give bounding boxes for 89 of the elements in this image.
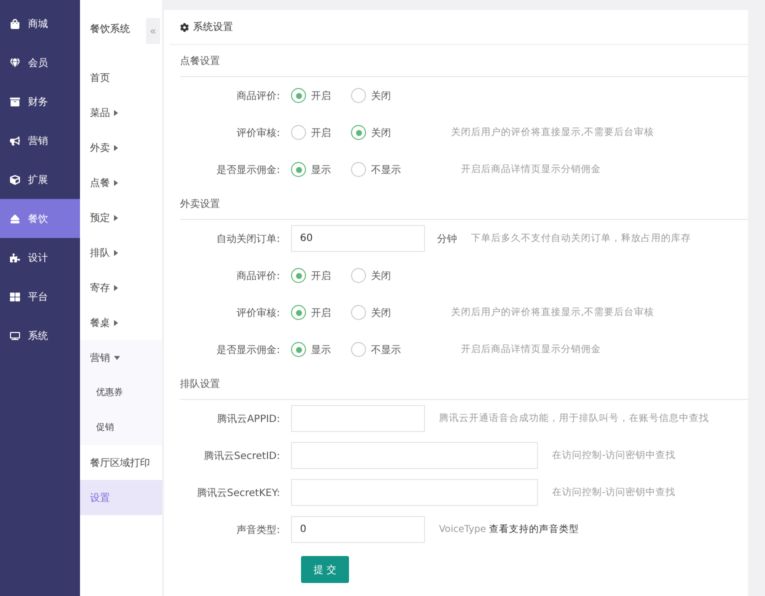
radio-button[interactable]: [351, 125, 366, 140]
submenu-item[interactable]: 优惠券: [80, 375, 162, 410]
menu-item[interactable]: 餐桌: [80, 305, 162, 340]
field-label: 商品评价:: [236, 270, 280, 282]
sidebar-item[interactable]: 财务: [0, 82, 80, 121]
radio-option[interactable]: 开启: [291, 268, 331, 283]
field-label: 商品评价:: [236, 90, 280, 102]
field-label: 腾讯云SecretID:: [203, 450, 280, 462]
menu-item[interactable]: 预定: [80, 200, 162, 235]
unit-label: 分钟: [437, 232, 457, 246]
field-label: 声音类型:: [236, 524, 280, 536]
help-link[interactable]: 查看支持的声音类型: [489, 523, 580, 536]
input-field[interactable]: 60: [291, 225, 425, 252]
hint-text: 腾讯云开通语音合成功能，用于排队叫号，在账号信息中查找: [439, 412, 709, 425]
sidebar-item[interactable]: 系统: [0, 316, 80, 355]
input-field[interactable]: [291, 405, 425, 432]
field-label: 腾讯云APPID:: [216, 412, 280, 426]
radio-button[interactable]: [351, 88, 366, 103]
radio-button[interactable]: [351, 162, 366, 177]
section-title: 排队设置: [180, 378, 220, 391]
input-field[interactable]: [291, 479, 538, 506]
sidebar-title: 餐饮系统: [90, 22, 130, 36]
eject-icon: [10, 214, 20, 224]
menu-item[interactable]: 菜品: [80, 95, 162, 130]
menu-item[interactable]: 设置: [80, 480, 162, 515]
radio-option[interactable]: 关闭: [351, 305, 391, 320]
radio-option[interactable]: 开启: [291, 88, 331, 103]
radio-button[interactable]: [291, 125, 306, 140]
radio-option[interactable]: 开启: [291, 125, 331, 140]
hint-text: 关闭后用户的评价将直接显示,不需要后台审核: [451, 306, 654, 319]
monitor-icon: [10, 330, 20, 340]
hint-text: 在访问控制-访问密钥中查找: [552, 449, 676, 462]
radio-option[interactable]: 显示: [291, 342, 331, 357]
field-label: 腾讯云SecretKEY:: [196, 486, 280, 500]
radio-button[interactable]: [291, 88, 306, 103]
input-field[interactable]: 0: [291, 516, 425, 543]
hint-text: 开启后商品详情页显示分销佣金: [461, 163, 601, 176]
sidebar-item[interactable]: 餐饮: [0, 199, 80, 238]
panel-title: 系统设置: [193, 20, 233, 34]
sidebar-item[interactable]: 商城: [0, 4, 80, 43]
sidebar-item[interactable]: 平台: [0, 277, 80, 316]
menu-item[interactable]: 外卖: [80, 130, 162, 165]
field-label: 自动关闭订单:: [216, 232, 280, 246]
section-title: 点餐设置: [180, 54, 220, 68]
hint-text: 开启后商品详情页显示分销佣金: [461, 343, 601, 356]
submit-button[interactable]: 提 交: [301, 556, 349, 583]
section-title: 外卖设置: [180, 198, 220, 211]
input-field[interactable]: [291, 442, 538, 469]
submenu-item[interactable]: 促销: [80, 410, 162, 445]
radio-option[interactable]: 不显示: [351, 342, 401, 357]
radio-button[interactable]: [291, 162, 306, 177]
hint-text: 在访问控制-访问密钥中查找: [552, 486, 676, 499]
sidebar-item[interactable]: 会员: [0, 43, 80, 82]
gem-icon: [10, 58, 20, 68]
radio-button[interactable]: [351, 342, 366, 357]
menu-item[interactable]: 排队: [80, 235, 162, 270]
field-label: 是否显示佣金:: [216, 164, 280, 176]
radio-option[interactable]: 关闭: [351, 268, 391, 283]
settings-icon: [180, 22, 189, 32]
puzzle-icon: [10, 252, 20, 262]
hint-text: 下单后多久不支付自动关闭订单，释放占用的库存: [471, 232, 691, 245]
archive-icon: [10, 96, 20, 106]
radio-button[interactable]: [291, 268, 306, 283]
radio-button[interactable]: [351, 305, 366, 320]
grid-icon: [10, 292, 20, 302]
field-label: 评价审核:: [236, 126, 280, 140]
radio-option[interactable]: 显示: [291, 162, 331, 177]
megaphone-icon: [10, 136, 20, 146]
sidebar-item[interactable]: 营销: [0, 121, 80, 160]
menu-item[interactable]: 餐厅区域打印: [80, 445, 162, 480]
menu-item[interactable]: 首页: [80, 60, 162, 95]
radio-option[interactable]: 不显示: [351, 162, 401, 177]
field-label: 是否显示佣金:: [216, 344, 280, 356]
hint-text: VoiceType: [439, 524, 486, 535]
sidebar-item[interactable]: 设计: [0, 238, 80, 277]
radio-button[interactable]: [351, 268, 366, 283]
menu-item[interactable]: 寄存: [80, 270, 162, 305]
radio-button[interactable]: [291, 342, 306, 357]
menu-item[interactable]: 点餐: [80, 165, 162, 200]
radio-option[interactable]: 开启: [291, 305, 331, 320]
radio-button[interactable]: [291, 305, 306, 320]
menu-item[interactable]: 营销: [80, 340, 162, 375]
cube-icon: [10, 174, 20, 184]
sidebar-item[interactable]: 扩展: [0, 160, 80, 199]
hint-text: 关闭后用户的评价将直接显示,不需要后台审核: [451, 126, 654, 139]
radio-option[interactable]: 关闭: [351, 125, 391, 140]
field-label: 评价审核:: [236, 306, 280, 320]
radio-option[interactable]: 关闭: [351, 88, 391, 103]
bag-icon: [10, 18, 20, 28]
